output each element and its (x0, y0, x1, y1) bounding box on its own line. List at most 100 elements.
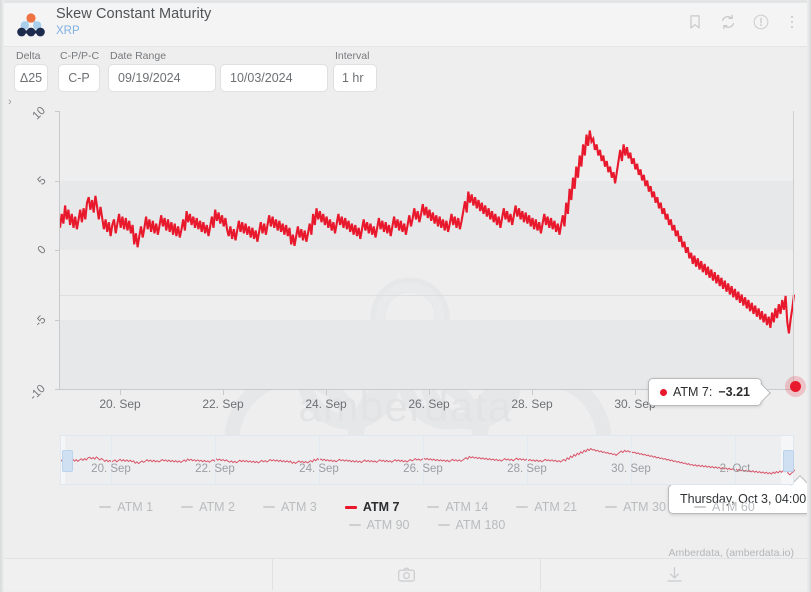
legend-swatch-icon (605, 506, 618, 508)
navigator-tick-label: 22. Sep (195, 463, 235, 475)
y-axis-tick-label: 5 (35, 174, 49, 188)
cp-pc-label: C-P/P-C (60, 50, 100, 62)
skew-constant-maturity-chart-window: Skew Constant Maturity XRP Delta Δ25 C-P… (0, 0, 811, 592)
legend-item-label: ATM 180 (455, 518, 506, 532)
y-axis-tick (55, 389, 60, 390)
tooltip-series-color-dot (660, 388, 667, 396)
kebab-menu-icon[interactable] (785, 13, 799, 31)
interval-field-group: Interval (333, 50, 377, 92)
legend-swatch-icon (516, 506, 529, 508)
delta-field-group: Delta (14, 50, 48, 92)
legend-item-label: ATM 1 (117, 500, 154, 514)
download-button[interactable] (540, 559, 807, 590)
legend-item-label: ATM 30 (623, 500, 666, 514)
cp-pc-input[interactable] (58, 64, 100, 92)
bookmark-icon[interactable] (686, 13, 704, 31)
legend-swatch-icon (693, 506, 706, 508)
legend-swatch-icon (344, 505, 357, 509)
series-line-atm-7 (60, 111, 794, 389)
date-range-end-input[interactable] (220, 64, 328, 92)
controls-bar: Delta C-P/P-C Date Range Interval (4, 47, 807, 95)
legend-item-atm-7[interactable]: ATM 7 (331, 498, 414, 516)
delta-label: Delta (16, 50, 41, 62)
navigator-gridline (319, 436, 320, 484)
legend-item-atm-30[interactable]: ATM 30 (591, 498, 680, 516)
legend-swatch-icon (262, 506, 275, 508)
navigator-gridline (735, 436, 736, 484)
date-range-end-group (220, 50, 328, 92)
footer-toolbar (4, 558, 807, 590)
x-axis-tick (120, 390, 121, 395)
legend-item-label: ATM 21 (534, 500, 578, 514)
chart-credits[interactable]: Amberdata, (amberdata.io) (669, 547, 794, 558)
legend-item-atm-90[interactable]: ATM 90 (335, 516, 424, 534)
legend-item-atm-3[interactable]: ATM 3 (249, 498, 331, 516)
date-range-label: Date Range (110, 50, 167, 62)
navigator-gridline (111, 436, 112, 484)
camera-icon (398, 567, 415, 582)
navigator-tick-label: 24. Sep (299, 463, 339, 475)
x-axis-tick-label: 26. Sep (408, 397, 450, 411)
legend-item-atm-14[interactable]: ATM 14 (413, 498, 502, 516)
x-axis-tick-label: 24. Sep (305, 397, 347, 411)
navigator-gridline (631, 436, 632, 484)
navigator-gridline (423, 436, 424, 484)
y-axis-tick (55, 319, 60, 321)
legend-item-label: ATM 3 (280, 500, 317, 514)
y-axis-tick-label: -10 (28, 382, 49, 403)
legend-item-label: ATM 14 (445, 500, 489, 514)
x-axis-tick-label: 20. Sep (99, 397, 141, 411)
legend-item-label: ATM 60 (711, 500, 755, 514)
tooltip-series-value: −3.21 (718, 385, 750, 399)
asset-symbol-label[interactable]: XRP (56, 24, 211, 38)
footer-spacer (4, 559, 272, 590)
window-right-edge (807, 0, 811, 592)
legend-item-atm-21[interactable]: ATM 21 (502, 498, 591, 516)
page-title: Skew Constant Maturity (56, 6, 212, 22)
legend-swatch-icon (181, 506, 194, 508)
x-axis-tick-label: 28. Sep (511, 397, 553, 411)
y-axis-tick (55, 111, 60, 112)
tooltip-series-label: ATM 7: (673, 385, 713, 399)
interval-label: Interval (335, 50, 370, 62)
y-axis-tick (55, 180, 60, 182)
chart-legend: ATM 1 ATM 2 ATM 3 ATM 7 ATM 14 ATM 21 ATM 30 AT… (60, 498, 794, 534)
delta-input[interactable] (14, 64, 48, 92)
legend-item-label: ATM 2 (199, 500, 235, 514)
y-axis-tick-label: 10 (30, 104, 49, 123)
range-navigator[interactable]: 20. Sep 22. Sep 24. Sep 26. Sep 28. Sep 30. S… (60, 435, 794, 485)
legend-item-atm-1[interactable]: ATM 1 (85, 498, 167, 516)
x-axis-tick (223, 390, 224, 395)
legend-item-atm-180[interactable]: ATM 180 (424, 516, 520, 534)
highlight-marker-dot (790, 381, 801, 392)
header-actions (686, 13, 799, 31)
plot-area[interactable] (60, 111, 794, 389)
date-range-start-input[interactable] (108, 64, 216, 92)
navigator-tick-label: 2. Oct (719, 463, 751, 475)
legend-item-atm-60[interactable]: ATM 60 (680, 498, 769, 516)
navigator-right-handle[interactable] (783, 450, 794, 472)
download-icon (666, 566, 682, 582)
series-value-tooltip: ATM 7: −3.21 (648, 378, 771, 406)
x-axis-tick-label: 22. Sep (202, 397, 244, 411)
legend-swatch-icon (348, 524, 361, 526)
x-axis-tick (635, 390, 636, 395)
header-title-block: Skew Constant Maturity XRP (56, 6, 211, 38)
x-axis-tick (429, 390, 430, 395)
info-circle-icon[interactable] (752, 13, 770, 31)
expand-panel-chevron-icon[interactable]: › (8, 97, 12, 108)
legend-swatch-icon (427, 506, 440, 508)
chart-container: › amberdata 10 5 0 -5 -10 20. Sep 22. Sep 24. S… (4, 95, 807, 558)
panel-header: Skew Constant Maturity XRP (4, 3, 807, 47)
legend-swatch-icon (437, 524, 450, 526)
navigator-gridline (527, 436, 528, 484)
navigator-tick-label: 30. Sep (611, 463, 651, 475)
interval-input[interactable] (333, 64, 377, 92)
y-axis-tick-label: 0 (35, 243, 49, 257)
refresh-icon[interactable] (719, 13, 737, 31)
crosshair-line (793, 111, 794, 389)
legend-item-atm-2[interactable]: ATM 2 (167, 498, 249, 516)
screenshot-camera-button[interactable] (272, 559, 540, 590)
navigator-tick-label: 26. Sep (403, 463, 443, 475)
navigator-left-handle[interactable] (62, 450, 73, 472)
